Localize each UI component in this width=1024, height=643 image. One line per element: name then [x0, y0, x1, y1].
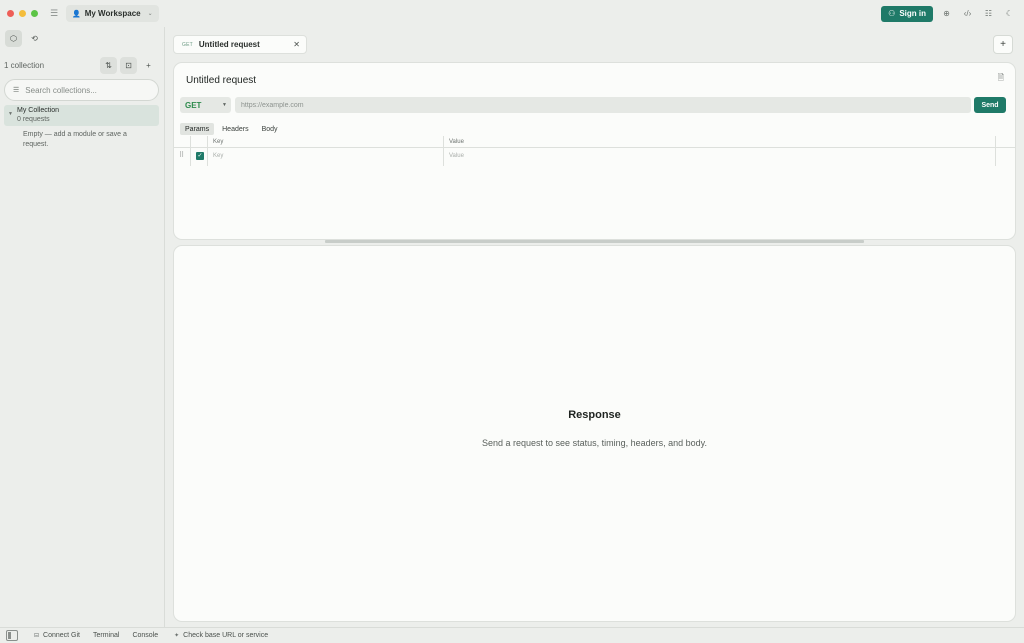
- collection-count: 1 collection: [4, 61, 45, 70]
- row-enabled-checkbox[interactable]: ✓: [196, 152, 204, 160]
- tab-method-badge: GET: [182, 41, 193, 48]
- sign-in-label: Sign in: [899, 9, 926, 18]
- collection-name: My Collection: [17, 107, 60, 114]
- console-button[interactable]: Console: [132, 632, 158, 639]
- drag-handle-icon[interactable]: ⠿: [179, 151, 184, 159]
- request-sub-tabs: Params Headers Body: [180, 123, 283, 135]
- close-window-button[interactable]: [7, 10, 14, 17]
- request-tabs: GET Untitled request ✕: [173, 35, 307, 54]
- column-divider: [190, 136, 191, 166]
- terminal-button[interactable]: Terminal: [93, 632, 119, 639]
- hamburger-icon[interactable]: ☰: [49, 8, 59, 19]
- sparkle-icon: ✦: [174, 633, 180, 639]
- tab-headers[interactable]: Headers: [217, 123, 253, 135]
- column-header-value: Value: [449, 139, 464, 145]
- sidebar: ⬡ ⟲ 1 collection ⇅ ⊡ + ☰ ▼ My Collection…: [0, 27, 165, 627]
- column-divider: [995, 136, 996, 166]
- params-table: Key Value ⠿ ✓ Key Value: [174, 136, 1015, 164]
- request-title[interactable]: Untitled request: [186, 75, 256, 86]
- method-select[interactable]: GET ▼: [180, 97, 231, 113]
- tab-title: Untitled request: [198, 40, 260, 49]
- chevron-down-icon: ▼: [222, 102, 227, 108]
- check-base-url-status[interactable]: ✦ Check base URL or service: [174, 632, 268, 639]
- column-divider: [443, 136, 444, 166]
- collection-empty-hint: Empty — add a module or save a request.: [23, 131, 127, 148]
- chevron-down-icon: ⌄: [147, 11, 153, 17]
- param-value-input[interactable]: Value: [449, 153, 464, 159]
- collection-item[interactable]: ▼ My Collection 0 requests: [4, 105, 159, 126]
- panel-resize-handle[interactable]: [325, 240, 864, 243]
- collection-request-count: 0 requests: [17, 116, 50, 123]
- status-bar: ⊟ Connect Git Terminal Console ✦ Check b…: [0, 627, 1024, 643]
- collections-tab-icon[interactable]: ⬡: [5, 30, 22, 47]
- window-controls: [7, 10, 38, 17]
- column-divider: [207, 136, 208, 166]
- connect-git-label: Connect Git: [43, 632, 80, 639]
- history-tab-icon[interactable]: ⟲: [26, 30, 43, 47]
- workspace-selector[interactable]: 👤 My Workspace ⌄: [66, 5, 159, 22]
- url-input[interactable]: [235, 97, 971, 113]
- table-row: ⠿ ✓ Key Value: [174, 148, 1015, 164]
- request-panel: Untitled request 🗎 GET ▼ Send Params Hea…: [173, 62, 1016, 240]
- sidebar-tabs: ⬡ ⟲: [0, 27, 164, 47]
- tab-body[interactable]: Body: [257, 123, 283, 135]
- close-icon[interactable]: ✕: [293, 40, 300, 49]
- list-icon[interactable]: ☷: [978, 9, 999, 18]
- response-title: Response: [568, 409, 621, 421]
- maximize-window-button[interactable]: [31, 10, 38, 17]
- code-icon[interactable]: ‹/›: [957, 9, 978, 18]
- collections-header: 1 collection ⇅ ⊡ +: [0, 57, 165, 74]
- column-header-key: Key: [213, 139, 224, 145]
- response-panel: Response Send a request to see status, t…: [173, 245, 1016, 622]
- save-icon[interactable]: 🗎: [998, 72, 1004, 86]
- add-collection-icon[interactable]: +: [140, 57, 157, 74]
- globe-icon[interactable]: ⊕: [936, 9, 957, 18]
- method-value: GET: [185, 100, 202, 110]
- chevron-down-icon[interactable]: ▼: [8, 111, 13, 117]
- response-empty-hint: Send a request to see status, timing, he…: [482, 438, 707, 448]
- connect-git-button[interactable]: ⊟ Connect Git: [34, 632, 80, 639]
- send-button[interactable]: Send: [974, 97, 1006, 113]
- new-tab-button[interactable]: +: [993, 35, 1013, 54]
- tab-untitled-request[interactable]: GET Untitled request ✕: [173, 35, 307, 54]
- minimize-window-button[interactable]: [19, 10, 26, 17]
- sign-in-button[interactable]: ⚇ Sign in: [881, 5, 933, 22]
- title-bar: ☰ 👤 My Workspace ⌄ ⚇ Sign in ⊕ ‹/› ☷ ☾: [0, 0, 1024, 27]
- user-icon: ⚇: [888, 9, 896, 18]
- params-table-header: Key Value: [174, 136, 1015, 148]
- tab-params[interactable]: Params: [180, 123, 215, 135]
- git-icon: ⊟: [34, 633, 40, 639]
- filter-icon: ☰: [13, 87, 20, 94]
- sort-icon[interactable]: ⇅: [100, 57, 117, 74]
- user-icon: 👤: [72, 10, 81, 18]
- check-base-url-label: Check base URL or service: [183, 632, 269, 639]
- search-collections[interactable]: ☰: [4, 79, 159, 101]
- workspace-label: My Workspace: [84, 9, 141, 18]
- moon-icon[interactable]: ☾: [999, 9, 1020, 18]
- sidebar-toggle-icon[interactable]: [6, 630, 18, 641]
- param-key-input[interactable]: Key: [213, 153, 223, 159]
- import-icon[interactable]: ⊡: [120, 57, 137, 74]
- search-input[interactable]: [25, 85, 146, 95]
